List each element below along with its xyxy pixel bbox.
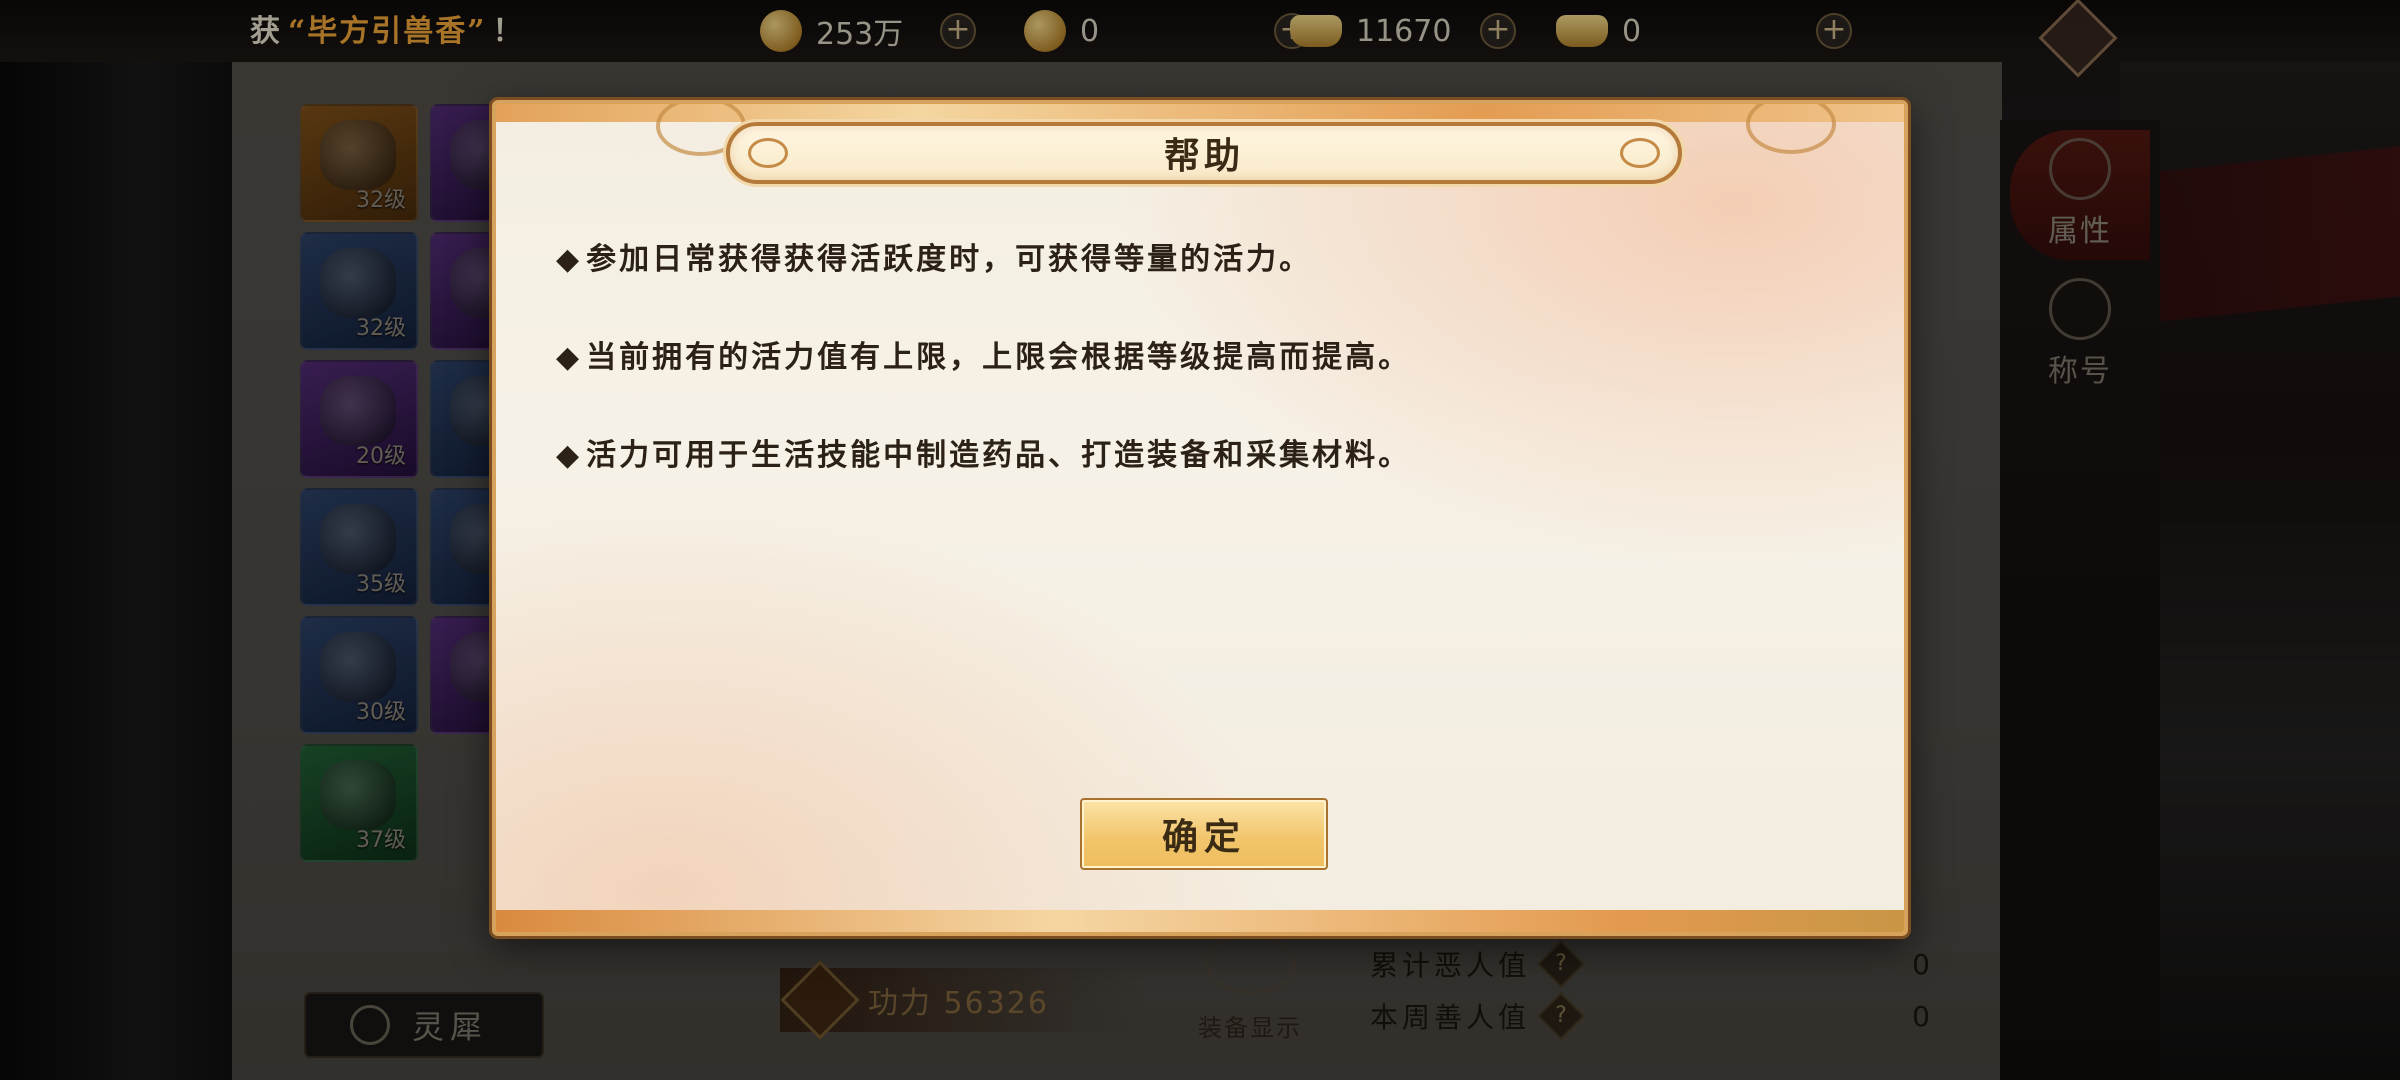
help-line: ◆ 当前拥有的活力值有上限，上限会根据等级提高而提高。	[556, 338, 1856, 378]
dialog-title-bar: 帮助	[726, 122, 1682, 184]
help-line-text: 活力可用于生活技能中制造药品、打造装备和采集材料。	[586, 438, 1412, 473]
help-line: ◆ 活力可用于生活技能中制造药品、打造装备和采集材料。	[556, 436, 1856, 476]
dialog-bottom-border	[496, 910, 1904, 932]
diamond-bullet-icon: ◆	[556, 340, 583, 375]
title-ornament-icon	[748, 138, 788, 168]
dialog-title: 帮助	[1163, 135, 1244, 177]
confirm-button-label: 确定	[1161, 816, 1246, 858]
help-text-list: ◆ 参加日常获得获得活跃度时，可获得等量的活力。 ◆ 当前拥有的活力值有上限，上限会…	[556, 240, 1856, 534]
help-line: ◆ 参加日常获得获得活跃度时，可获得等量的活力。	[556, 240, 1856, 280]
cloud-ornament-icon	[1746, 104, 1836, 154]
diamond-bullet-icon: ◆	[556, 438, 583, 473]
diamond-bullet-icon: ◆	[556, 242, 583, 277]
help-line-text: 当前拥有的活力值有上限，上限会根据等级提高而提高。	[586, 340, 1412, 375]
help-line-text: 参加日常获得获得活跃度时，可获得等量的活力。	[586, 242, 1313, 277]
confirm-button[interactable]: 确定	[1080, 798, 1328, 870]
help-dialog: 帮助 ◆ 参加日常获得获得活跃度时，可获得等量的活力。 ◆ 当前拥有的活力值有上限，…	[492, 100, 1908, 936]
title-ornament-icon	[1620, 138, 1660, 168]
